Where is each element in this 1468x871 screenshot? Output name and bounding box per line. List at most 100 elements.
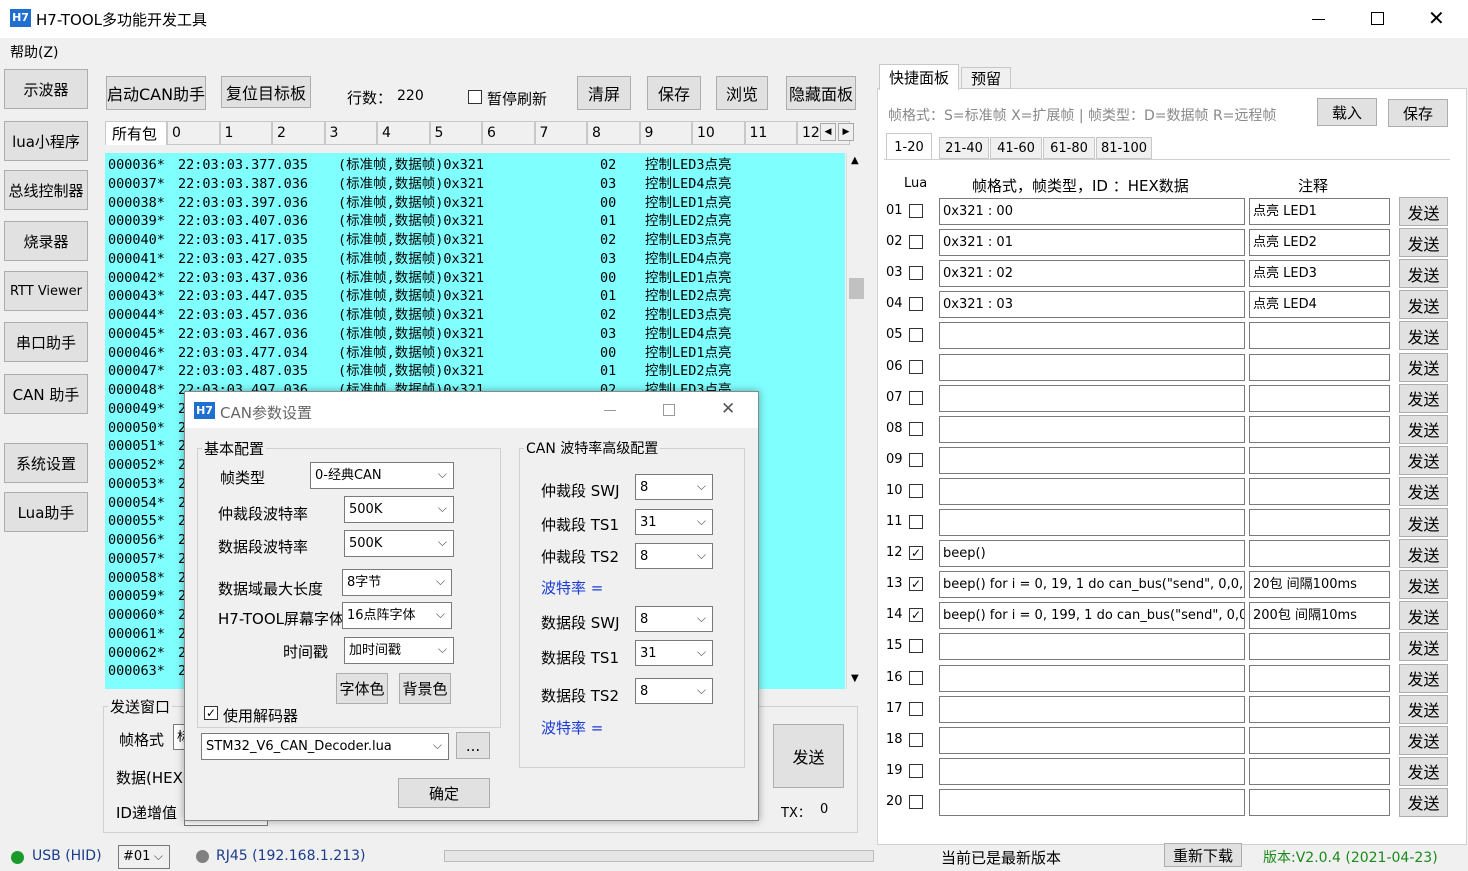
scroll-up-icon[interactable]: ▲ <box>851 155 859 166</box>
page-tab-1[interactable]: 21-40 <box>939 137 989 159</box>
row-lua-checkbox[interactable] <box>909 421 923 436</box>
row-send-button[interactable]: 发送 <box>1399 508 1448 537</box>
row-cmd-input[interactable]: 0x321 : 00 <box>939 198 1245 225</box>
scroll-down-icon[interactable]: ▼ <box>851 673 859 684</box>
row-cmd-input[interactable] <box>939 322 1245 350</box>
row-note-input[interactable] <box>1249 788 1390 816</box>
start-can-button[interactable]: 启动CAN助手 <box>106 76 206 110</box>
row-note-input[interactable] <box>1249 695 1390 723</box>
page-tab-2[interactable]: 41-60 <box>990 137 1042 159</box>
row-note-input[interactable] <box>1249 477 1390 505</box>
row-cmd-input[interactable] <box>939 726 1245 754</box>
load-button[interactable]: 载入 <box>1317 98 1377 126</box>
row-note-input[interactable]: 点亮 LED1 <box>1249 198 1390 225</box>
row-send-button[interactable]: 发送 <box>1399 228 1448 258</box>
tab-reserved[interactable]: 预留 <box>961 67 1011 89</box>
packet-tab-11[interactable]: 10 <box>692 121 745 145</box>
hide-panel-button[interactable]: 隐藏面板 <box>786 76 856 110</box>
save-log-button[interactable]: 保存 <box>647 76 701 110</box>
row-send-button[interactable]: 发送 <box>1399 445 1448 475</box>
row-send-button[interactable]: 发送 <box>1399 321 1448 351</box>
packet-tab-3[interactable]: 2 <box>272 121 325 145</box>
row-note-input[interactable] <box>1249 509 1390 536</box>
decoder-select[interactable]: STM32_V6_CAN_Decoder.lua ⌵ <box>201 733 449 760</box>
row-note-input[interactable] <box>1249 540 1390 568</box>
page-tab-0[interactable]: 1-20 <box>886 133 932 160</box>
dialog-minimize-icon[interactable] <box>604 410 616 411</box>
row-send-button[interactable]: 发送 <box>1399 725 1448 755</box>
row-note-input[interactable] <box>1249 757 1390 785</box>
tab-quick-panel[interactable]: 快捷面板 <box>879 64 959 90</box>
packet-tab-10[interactable]: 9 <box>639 121 692 145</box>
packet-tab-2[interactable]: 1 <box>219 121 272 145</box>
row-cmd-input[interactable] <box>939 384 1245 412</box>
row-cmd-input[interactable] <box>939 509 1245 536</box>
arb-ts2-select[interactable]: 8 ⌵ <box>635 543 713 569</box>
tab-scroll-left-icon[interactable]: ◀ <box>820 123 836 141</box>
row-note-input[interactable] <box>1249 322 1390 350</box>
row-cmd-input[interactable] <box>939 353 1245 381</box>
row-cmd-input[interactable] <box>939 757 1245 785</box>
packet-tab-4[interactable]: 3 <box>324 121 377 145</box>
row-cmd-input[interactable] <box>939 446 1245 474</box>
redownload-button[interactable]: 重新下载 <box>1164 843 1242 867</box>
reset-target-button[interactable]: 复位目标板 <box>221 76 311 108</box>
packet-tab-7[interactable]: 6 <box>482 121 535 145</box>
row-cmd-input[interactable]: 0x321 : 03 <box>939 291 1245 319</box>
data-ts1-select[interactable]: 31 ⌵ <box>635 640 713 666</box>
row-send-button[interactable]: 发送 <box>1399 290 1448 320</box>
dialog-close-icon[interactable]: ✕ <box>721 399 735 419</box>
row-lua-checkbox[interactable] <box>909 204 923 218</box>
data-swj-select[interactable]: 8 ⌵ <box>635 606 713 632</box>
row-lua-checkbox[interactable] <box>909 515 923 529</box>
row-note-input[interactable] <box>1249 415 1390 443</box>
row-send-button[interactable]: 发送 <box>1399 476 1448 506</box>
menu-help[interactable]: 帮助(Z) <box>10 42 59 62</box>
sidebar-item-5[interactable]: 串口助手 <box>4 322 88 362</box>
row-note-input[interactable]: 点亮 LED2 <box>1249 229 1390 257</box>
row-send-button[interactable]: 发送 <box>1399 197 1448 226</box>
timestamp-select[interactable]: 加时间戳 ⌵ <box>344 637 454 664</box>
row-send-button[interactable]: 发送 <box>1399 787 1448 817</box>
row-note-input[interactable]: 20包 间隔100ms <box>1249 571 1390 599</box>
row-note-input[interactable]: 点亮 LED4 <box>1249 291 1390 319</box>
row-cmd-input[interactable]: beep() <box>939 540 1245 568</box>
packet-tab-6[interactable]: 5 <box>429 121 482 145</box>
frame-type-select[interactable]: 0-经典CAN ⌵ <box>310 462 454 489</box>
sidebar-item-0[interactable]: 示波器 <box>4 69 88 109</box>
row-note-input[interactable] <box>1249 353 1390 381</box>
row-cmd-input[interactable] <box>939 695 1245 723</box>
packet-tab-5[interactable]: 4 <box>377 121 430 145</box>
use-decoder-checkbox[interactable]: ✓ <box>204 706 218 720</box>
max-len-select[interactable]: 8字节 ⌵ <box>342 569 452 596</box>
row-cmd-input[interactable] <box>939 415 1245 443</box>
row-send-button[interactable]: 发送 <box>1399 259 1448 289</box>
device-select[interactable]: #01 ⌵ <box>118 845 170 869</box>
packet-tab-8[interactable]: 7 <box>534 121 587 145</box>
row-send-button[interactable]: 发送 <box>1399 539 1448 569</box>
row-send-button[interactable]: 发送 <box>1399 601 1448 631</box>
font-color-button[interactable]: 字体色 <box>336 673 388 704</box>
row-cmd-input[interactable] <box>939 788 1245 816</box>
row-lua-checkbox[interactable] <box>909 483 923 498</box>
bg-color-button[interactable]: 背景色 <box>399 673 451 704</box>
sidebar-item-8[interactable]: Lua助手 <box>4 492 88 532</box>
row-lua-checkbox[interactable]: ✓ <box>909 577 923 592</box>
arb-baud-select[interactable]: 500K ⌵ <box>344 496 454 523</box>
arb-swj-select[interactable]: 8 ⌵ <box>635 474 713 500</box>
row-cmd-input[interactable] <box>939 633 1245 661</box>
row-send-button[interactable]: 发送 <box>1399 663 1448 693</box>
packet-tab-12[interactable]: 11 <box>744 121 797 145</box>
row-note-input[interactable] <box>1249 384 1390 412</box>
screen-font-select[interactable]: 16点阵字体 ⌵ <box>342 602 452 629</box>
row-note-input[interactable] <box>1249 664 1390 692</box>
row-cmd-input[interactable] <box>939 664 1245 692</box>
row-lua-checkbox[interactable] <box>909 235 923 250</box>
close-icon[interactable]: ✕ <box>1428 6 1445 30</box>
arb-ts1-select[interactable]: 31 ⌵ <box>635 509 713 535</box>
sidebar-item-6[interactable]: CAN 助手 <box>4 374 88 414</box>
row-send-button[interactable]: 发送 <box>1399 383 1448 413</box>
data-ts2-select[interactable]: 8 ⌵ <box>635 678 713 704</box>
row-lua-checkbox[interactable] <box>909 297 923 312</box>
send-button[interactable]: 发送 <box>773 724 844 788</box>
